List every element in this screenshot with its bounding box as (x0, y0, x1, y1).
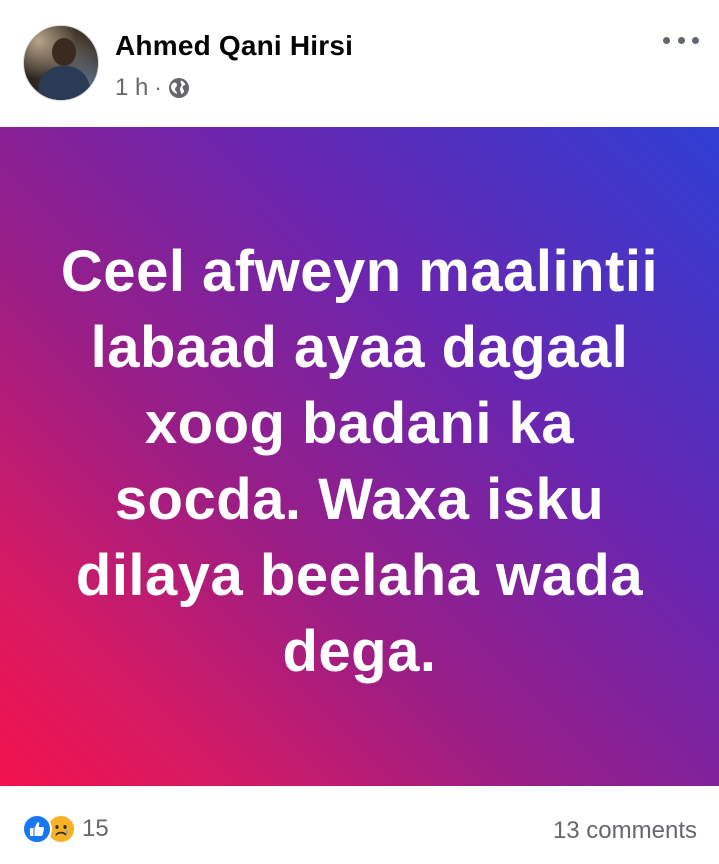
meta-separator: · (154, 75, 162, 100)
globe-icon[interactable] (168, 77, 190, 99)
globe-icon-svg (168, 78, 189, 98)
reaction-count: 15 (82, 815, 109, 842)
status-line: labaad ayaa dagaal (90, 314, 629, 380)
post-meta: 1 h · (115, 74, 190, 102)
status-line: Ceel afweyn maalintii (60, 238, 659, 304)
comments-link[interactable]: 13 comments (553, 817, 697, 845)
author-name[interactable]: Ahmed Qani Hirsi (115, 30, 353, 62)
post-footer: 15 13 comments (0, 786, 719, 864)
status-line: dilaya beelaha wada (75, 542, 644, 608)
status-line: socda. Waxa isku (114, 466, 605, 532)
post-time[interactable]: 1 h (115, 74, 148, 102)
author-avatar[interactable] (23, 25, 99, 101)
more-options-icon[interactable] (663, 28, 699, 52)
avatar-head (52, 38, 76, 66)
reactions-summary[interactable]: 15 (22, 814, 109, 844)
facebook-post: Ahmed Qani Hirsi 1 h · Ceel afweyn maali… (0, 0, 719, 864)
like-icon-svg (30, 822, 45, 836)
like-icon (22, 814, 52, 844)
more-dot (663, 36, 670, 44)
more-dot (692, 36, 699, 44)
status-line: dega. (282, 618, 437, 684)
status-background[interactable]: Ceel afweyn maalintii labaad ayaa dagaal… (0, 127, 719, 786)
status-text: Ceel afweyn maalintii labaad ayaa dagaal… (40, 234, 680, 690)
status-line: xoog badani ka (144, 390, 575, 456)
more-dot (677, 36, 685, 44)
post-header: Ahmed Qani Hirsi 1 h · (0, 0, 719, 127)
